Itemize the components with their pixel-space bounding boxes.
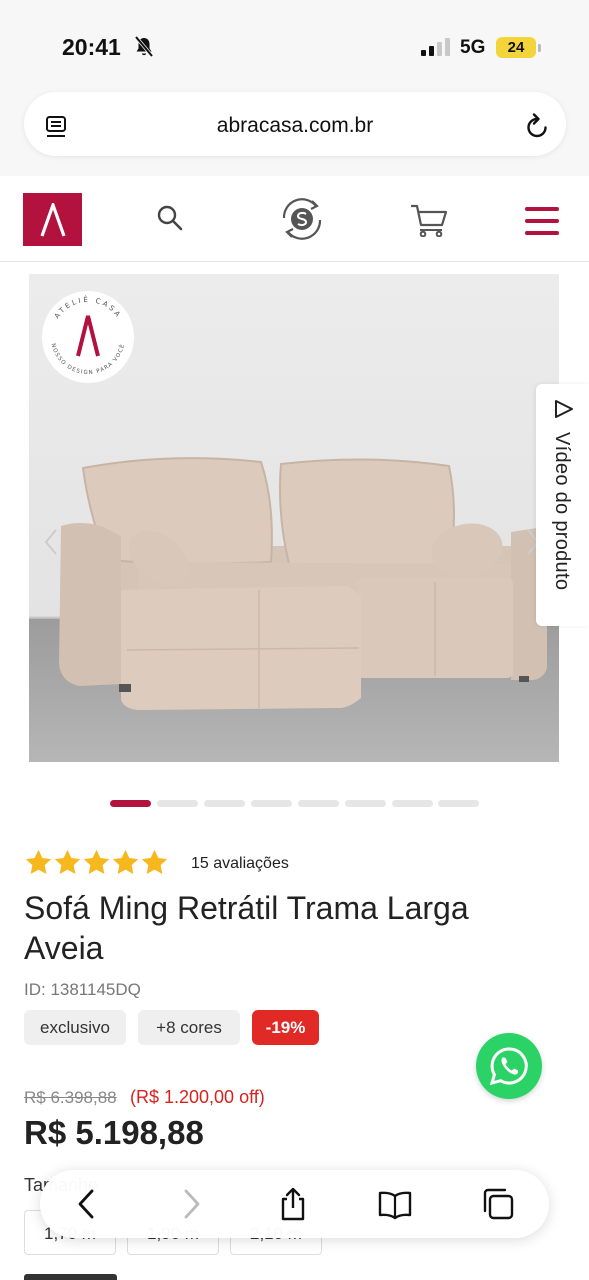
status-time: 20:41: [62, 34, 121, 60]
video-tab-label: Vídeo do produto: [551, 432, 573, 591]
product-image-gallery[interactable]: ATELIÊ CASA NOSSO DESIGN PARA VOCÊ: [29, 274, 559, 762]
gallery-dot[interactable]: [392, 800, 433, 807]
back-icon[interactable]: [70, 1187, 104, 1221]
hamburger-menu-icon[interactable]: [525, 207, 559, 235]
gallery-dot[interactable]: [110, 800, 151, 807]
current-price: R$ 5.198,88: [24, 1114, 204, 1151]
gallery-dot[interactable]: [251, 800, 292, 807]
bookmarks-icon[interactable]: [378, 1187, 412, 1221]
cellular-signal-icon: [421, 38, 450, 56]
whatsapp-button[interactable]: [476, 1033, 542, 1099]
gallery-dot[interactable]: [345, 800, 386, 807]
badge-exclusive: exclusivo: [24, 1010, 126, 1045]
star-icon: [54, 849, 81, 874]
battery-tip: [538, 44, 541, 52]
abracasa-logo[interactable]: [23, 193, 82, 246]
status-bar: 20:41 5G 24: [0, 0, 589, 86]
star-icon: [83, 849, 110, 874]
star-icon: [25, 849, 52, 874]
play-icon: [555, 400, 573, 418]
exchange-icon[interactable]: [276, 196, 328, 242]
reviews-count-link[interactable]: 15 avaliações: [191, 855, 289, 873]
site-header: [0, 176, 589, 262]
sofa-product-image: [59, 457, 547, 710]
battery-level: 24: [496, 37, 536, 58]
logo-mark-icon: [40, 203, 66, 237]
whatsapp-icon: [489, 1047, 528, 1086]
gallery-dot[interactable]: [204, 800, 245, 807]
discount-amount: (R$ 1.200,00 off): [130, 1087, 265, 1107]
url-text[interactable]: abracasa.com.br: [24, 114, 566, 138]
gallery-prev-icon[interactable]: [43, 528, 59, 556]
old-price: R$ 6.398,88: [24, 1088, 117, 1107]
gallery-dot[interactable]: [298, 800, 339, 807]
add-to-cart-bar[interactable]: [24, 1274, 117, 1280]
address-bar[interactable]: abracasa.com.br: [24, 92, 566, 156]
star-icon: [112, 849, 139, 874]
browser-address-area: abracasa.com.br: [0, 86, 589, 176]
silent-bell-icon: [134, 36, 154, 58]
reload-icon[interactable]: [524, 112, 550, 140]
badge-more-colors[interactable]: +8 cores: [138, 1010, 240, 1045]
star-icon: [141, 849, 168, 874]
video-product-tab[interactable]: Vídeo do produto: [536, 384, 589, 626]
share-icon[interactable]: [276, 1187, 310, 1221]
product-id: ID: 1381145DQ: [24, 980, 141, 999]
cart-icon[interactable]: [410, 203, 448, 237]
gallery-dot[interactable]: [157, 800, 198, 807]
search-icon[interactable]: [156, 204, 184, 232]
forward-icon[interactable]: [174, 1187, 208, 1221]
badge-discount: -19%: [252, 1010, 319, 1045]
rating-stars[interactable]: [24, 848, 169, 878]
gallery-dot[interactable]: [438, 800, 479, 807]
product-title: Sofá Ming Retrátil Trama Larga Aveia: [24, 890, 469, 966]
tabs-icon[interactable]: [481, 1187, 515, 1221]
network-type: 5G: [460, 37, 486, 58]
browser-toolbar: [40, 1170, 549, 1238]
atelie-casa-seal: ATELIÊ CASA NOSSO DESIGN PARA VOCÊ: [42, 291, 134, 383]
